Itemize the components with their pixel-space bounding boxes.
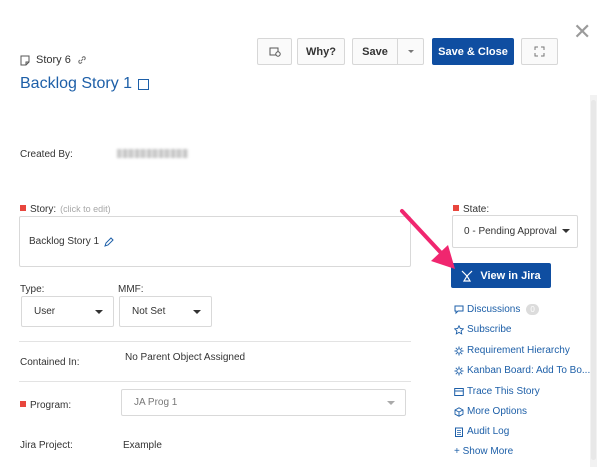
program-label-text: Program: — [30, 400, 72, 411]
required-marker — [20, 205, 26, 212]
state-select[interactable]: 0 - Pending Approval — [452, 215, 578, 248]
audit-log-label: Audit Log — [467, 426, 510, 437]
save-dropdown-button[interactable] — [397, 38, 424, 65]
jira-project-value: Example — [123, 440, 162, 451]
scrollbar-thumb[interactable] — [591, 100, 596, 460]
gear-icon — [454, 366, 464, 375]
program-label: Program: — [20, 400, 71, 411]
program-select[interactable]: JA Prog 1 — [121, 389, 406, 416]
trace-link[interactable]: Trace This Story — [454, 386, 540, 397]
subscribe-label: Subscribe — [467, 324, 512, 335]
story-icon — [20, 55, 30, 65]
mmf-label: MMF: — [118, 284, 144, 295]
link-icon[interactable] — [77, 55, 87, 65]
show-more-link[interactable]: + Show More — [454, 446, 513, 457]
screenshot-button[interactable] — [257, 38, 292, 65]
state-value: 0 - Pending Approval — [464, 226, 557, 237]
discussions-label: Discussions — [467, 304, 521, 315]
qr-code-icon[interactable] — [138, 78, 150, 90]
kanban-label: Kanban Board: Add To Bo... — [467, 365, 591, 376]
contained-in-value: No Parent Object Assigned — [125, 352, 246, 363]
requirement-hierarchy-label: Requirement Hierarchy — [467, 345, 570, 356]
chevron-down-icon — [387, 401, 395, 405]
chevron-down-icon — [407, 50, 414, 53]
more-options-label: More Options — [467, 406, 528, 417]
jira-project-label: Jira Project: — [20, 440, 73, 451]
contained-in-label: Contained In: — [20, 357, 80, 368]
chevron-down-icon — [562, 229, 570, 233]
gear-icon — [454, 346, 464, 355]
table-icon — [454, 387, 464, 396]
type-value: User — [34, 306, 56, 317]
page-title: Backlog Story 1 — [20, 75, 150, 93]
story-label: Story: (click to edit) — [20, 204, 111, 215]
expand-icon — [534, 46, 545, 57]
story-id: Story 6 — [36, 54, 71, 66]
type-select[interactable]: User — [21, 296, 114, 327]
story-name-text: Backlog Story 1 — [29, 236, 100, 247]
save-close-button[interactable]: Save & Close — [432, 38, 514, 65]
mmf-value: Not Set — [132, 306, 166, 317]
story-id-row: Story 6 — [20, 54, 87, 66]
created-by-label: Created By: — [20, 149, 73, 160]
chevron-down-icon — [95, 310, 103, 314]
save-button[interactable]: Save — [352, 38, 397, 65]
created-by-value-redacted — [117, 149, 188, 158]
cube-icon — [454, 406, 464, 417]
expand-button[interactable] — [521, 38, 558, 65]
type-label: Type: — [20, 284, 45, 295]
view-in-jira-label: View in Jira — [480, 269, 541, 282]
kanban-link[interactable]: Kanban Board: Add To Bo... — [454, 365, 590, 376]
screenshot-icon — [269, 47, 281, 57]
story-label-text: Story: — [30, 204, 57, 215]
mmf-select[interactable]: Not Set — [119, 296, 212, 327]
story-name-field[interactable]: Backlog Story 1 — [19, 216, 411, 267]
program-value: JA Prog 1 — [134, 397, 178, 408]
view-in-jira-button[interactable]: View in Jira — [451, 263, 551, 288]
trace-label: Trace This Story — [467, 386, 540, 397]
story-hint: (click to edit) — [60, 204, 111, 214]
show-more-label: + Show More — [454, 446, 514, 457]
discussions-link[interactable]: Discussions 0 — [454, 304, 539, 315]
pencil-icon[interactable] — [104, 236, 114, 247]
required-marker — [20, 401, 26, 408]
state-label-text: State: — [463, 204, 490, 215]
close-icon[interactable]: ✕ — [573, 22, 591, 44]
subscribe-link[interactable]: Subscribe — [454, 324, 511, 335]
clipboard-icon — [455, 427, 463, 437]
page-title-text: Backlog Story 1 — [20, 75, 133, 92]
chat-icon — [454, 305, 464, 314]
why-button[interactable]: Why? — [297, 38, 345, 65]
divider — [19, 381, 411, 382]
audit-log-link[interactable]: Audit Log — [454, 426, 509, 437]
more-options-link[interactable]: More Options — [454, 406, 527, 417]
star-icon — [454, 324, 464, 335]
annotation-arrow — [400, 209, 455, 269]
requirement-hierarchy-link[interactable]: Requirement Hierarchy — [454, 345, 570, 356]
chevron-down-icon — [193, 310, 201, 314]
divider — [19, 341, 411, 342]
discussions-count-badge: 0 — [526, 304, 539, 315]
